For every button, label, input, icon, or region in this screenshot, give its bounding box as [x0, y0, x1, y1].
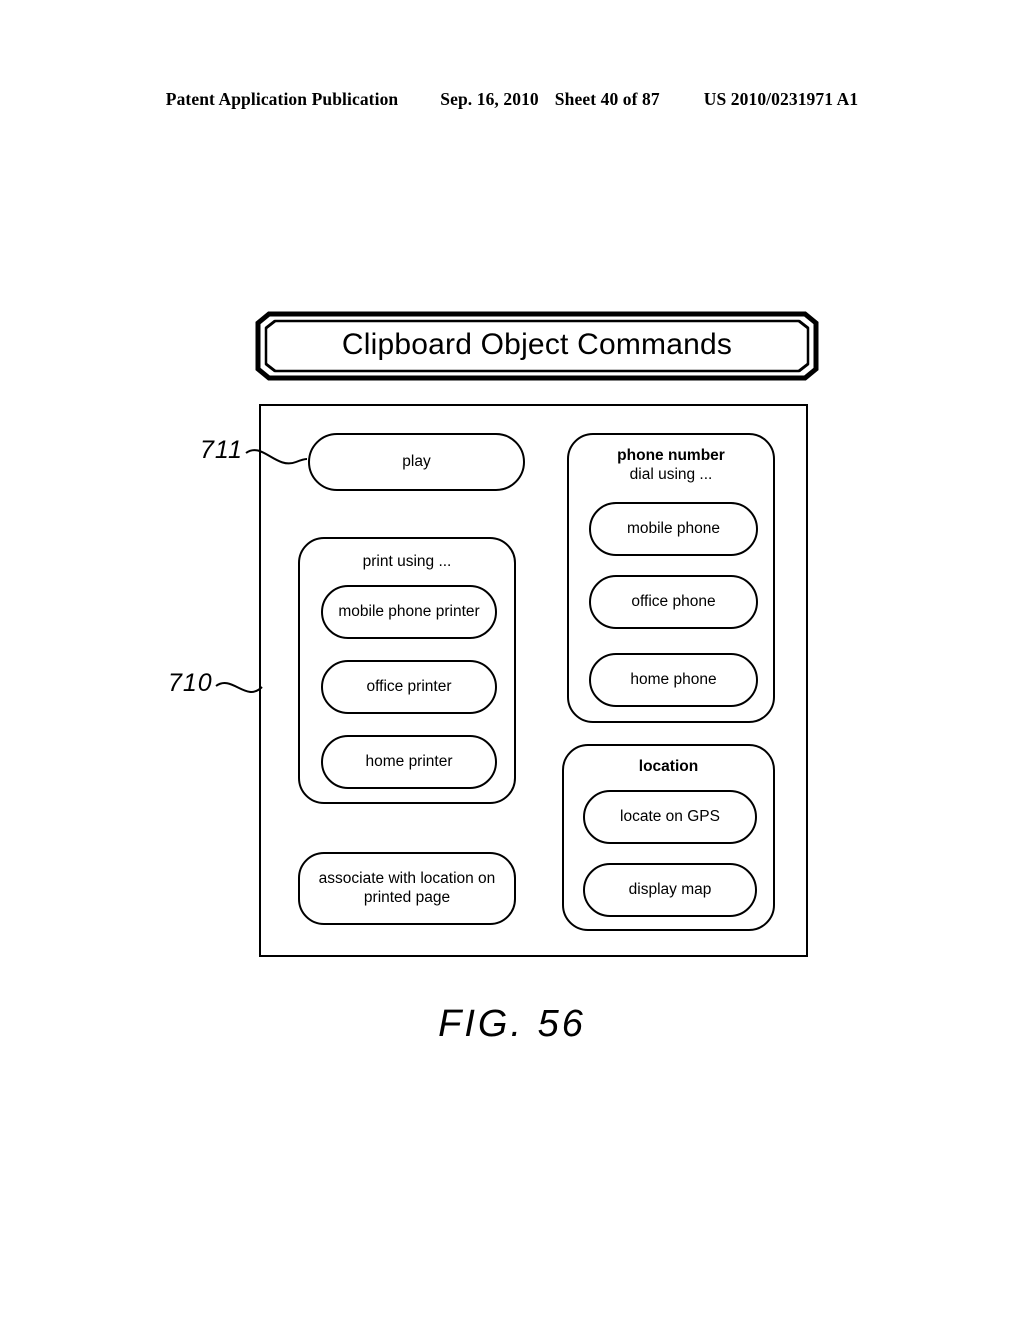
print-option-office-printer[interactable]: office printer: [321, 660, 497, 714]
play-button[interactable]: play: [308, 433, 525, 491]
publication-label: Patent Application Publication: [165, 89, 399, 109]
phone-option-label: mobile phone: [626, 519, 721, 537]
phone-number-group: phone number dial using ... mobile phone…: [567, 433, 775, 723]
location-title-bold: location: [638, 758, 699, 775]
print-option-label: home printer: [365, 752, 453, 770]
title-banner: Clipboard Object Commands: [255, 311, 819, 381]
banner-title-text: Clipboard Object Commands: [341, 328, 733, 361]
print-using-group-title: print using ...: [300, 553, 514, 572]
location-option-display-map[interactable]: display map: [583, 863, 757, 917]
associate-with-location-button[interactable]: associate with location on printed page: [298, 852, 516, 925]
patent-header: Patent Application Publication Sep. 16, 2…: [0, 89, 1024, 110]
play-button-label: play: [402, 452, 431, 470]
print-option-label: office printer: [366, 677, 452, 695]
location-group-title: location: [564, 758, 773, 777]
reference-numeral-710: 710: [168, 669, 213, 697]
publication-date: Sep. 16, 2010: [440, 89, 539, 109]
sheet-number: Sheet 40 of 87: [554, 89, 660, 109]
reference-numeral-711: 711: [200, 436, 243, 464]
associate-button-label-line2: printed page: [363, 888, 451, 906]
clipboard-object-commands-panel: play print using ... mobile phone printe…: [259, 404, 808, 957]
phone-option-mobile-phone[interactable]: mobile phone: [589, 502, 758, 556]
location-option-locate-on-gps[interactable]: locate on GPS: [583, 790, 757, 844]
print-using-title-text: print using ...: [362, 553, 452, 570]
phone-number-title-bold: phone number: [617, 447, 725, 464]
print-option-home-printer[interactable]: home printer: [321, 735, 497, 789]
location-group: location locate on GPS display map: [562, 744, 775, 931]
location-option-label: display map: [628, 880, 712, 898]
figure-caption: FIG. 56: [438, 1003, 586, 1045]
print-using-group: print using ... mobile phone printer off…: [298, 537, 516, 804]
location-option-label: locate on GPS: [620, 807, 720, 825]
phone-option-label: office phone: [631, 592, 716, 610]
phone-option-home-phone[interactable]: home phone: [589, 653, 758, 707]
phone-number-group-title: phone number dial using ...: [569, 447, 773, 485]
phone-number-title-regular: dial using ...: [629, 465, 713, 483]
print-option-mobile-phone-printer[interactable]: mobile phone printer: [321, 585, 497, 639]
patent-number: US 2010/0231971 A1: [703, 89, 859, 109]
phone-option-office-phone[interactable]: office phone: [589, 575, 758, 629]
print-option-label: mobile phone printer: [338, 602, 480, 620]
associate-button-label-line1: associate with location on: [318, 870, 496, 888]
phone-option-label: home phone: [630, 670, 717, 688]
